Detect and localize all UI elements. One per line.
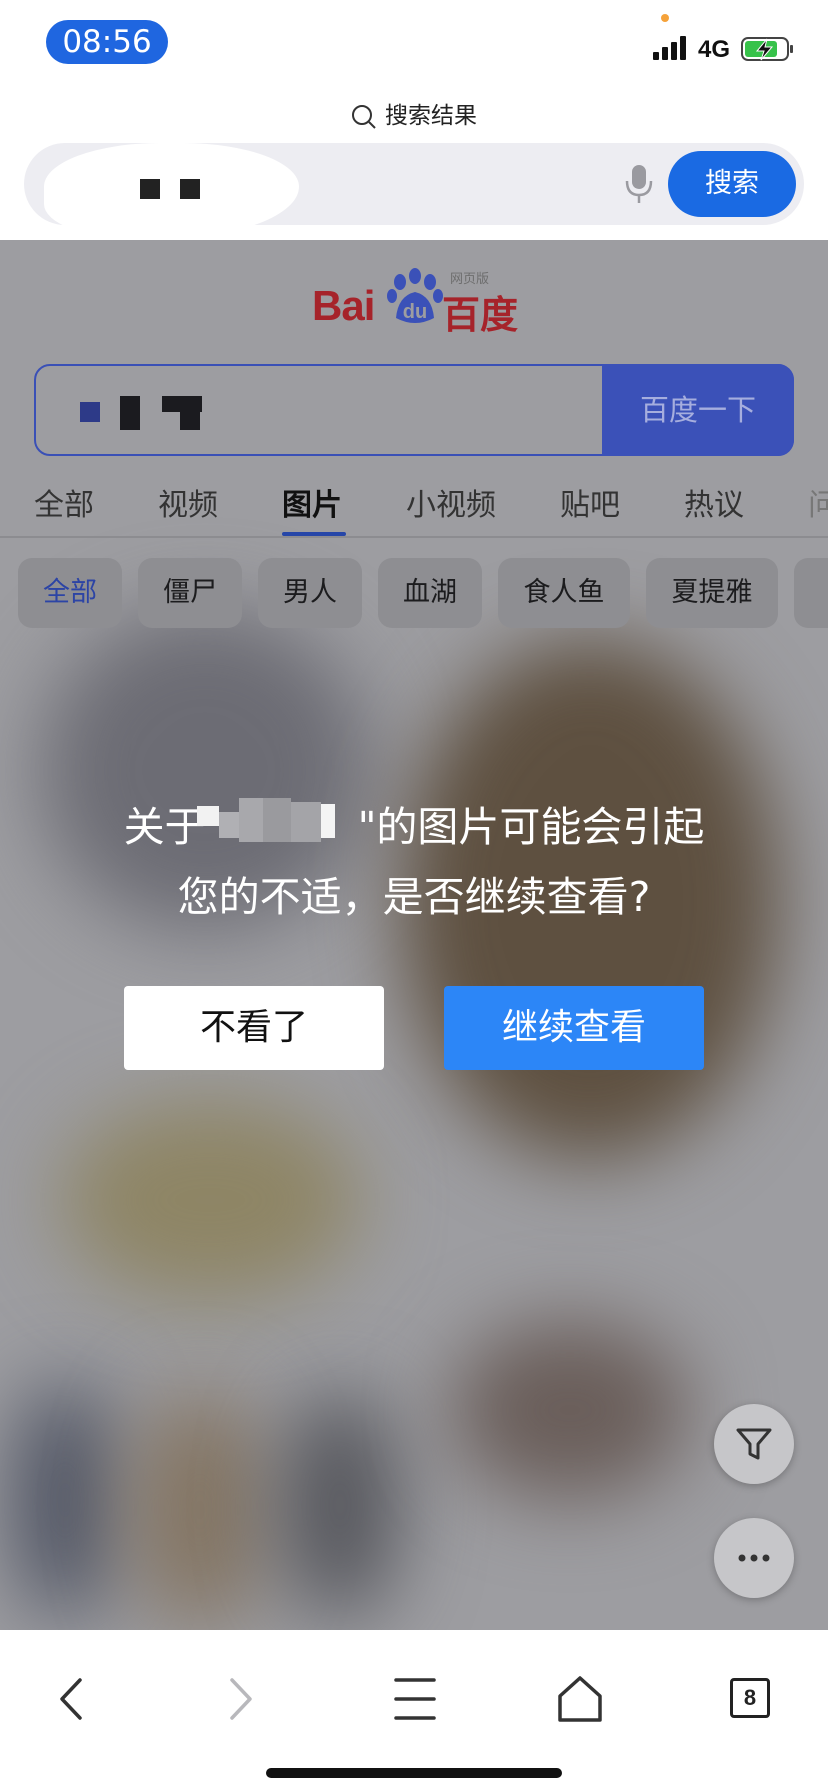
- filter-button[interactable]: [714, 1404, 794, 1484]
- warning-line-1: 关于 "的图片可能会引起: [0, 792, 828, 862]
- filter-chips: 全部 僵尸 男人 血湖 食人鱼 夏提雅: [0, 558, 828, 628]
- redaction-pixel: [140, 179, 160, 199]
- chip-more[interactable]: [794, 558, 828, 628]
- menu-button[interactable]: [380, 1664, 450, 1734]
- battery-charging-icon: [741, 37, 793, 61]
- active-tab-indicator: [282, 532, 346, 536]
- chip-all[interactable]: 全部: [18, 558, 122, 628]
- warning-suffix: "的图片可能会引起: [357, 803, 705, 851]
- logo-chinese: 百度: [442, 293, 519, 337]
- redaction-pixel: [120, 396, 140, 430]
- category-tabs: 全部 视频 图片 小视频 贴吧 热议 问: [0, 474, 828, 538]
- status-time: 08:56: [46, 20, 168, 64]
- warning-line-2: 您的不适，是否继续查看?: [177, 873, 651, 921]
- home-button[interactable]: [545, 1664, 615, 1734]
- search-icon: [352, 104, 376, 129]
- tab-all[interactable]: 全部: [34, 480, 94, 524]
- tabs-button[interactable]: 8: [716, 1664, 786, 1734]
- redaction-pixel: [180, 179, 200, 199]
- chip-zombie[interactable]: 僵尸: [138, 558, 242, 628]
- blurred-image: [10, 1380, 120, 1620]
- chip-shalltear[interactable]: 夏提雅: [646, 558, 778, 628]
- logo-version-label: 网页版: [450, 272, 490, 287]
- censored-search-term: [197, 792, 347, 844]
- privacy-indicator-dot: [661, 14, 669, 22]
- warning-prefix: 关于: [123, 803, 206, 851]
- tab-more[interactable]: 问: [808, 480, 828, 524]
- search-results-label: 搜索结果: [385, 103, 477, 129]
- logo-latin: Bai: [312, 282, 375, 329]
- search-results-caption: 搜索结果: [0, 96, 828, 130]
- blurred-image: [450, 1320, 690, 1500]
- microphone-icon[interactable]: [622, 163, 656, 205]
- baidu-logo: Bai du 百度 网页版: [312, 268, 522, 337]
- paw-logo-icon: du: [387, 268, 443, 323]
- more-icon: [738, 1554, 770, 1562]
- decline-button[interactable]: 不看了: [124, 986, 384, 1070]
- logo-paw-text: du: [403, 301, 427, 323]
- browser-toolbar: 8: [0, 1630, 828, 1792]
- sensitive-content-warning: 关于 "的图片可能会引起 您的不适，是否继续查看?: [0, 792, 828, 932]
- tab-hot-discussion[interactable]: 热议: [684, 480, 744, 524]
- search-button[interactable]: 搜索: [668, 151, 796, 217]
- chip-man[interactable]: 男人: [258, 558, 362, 628]
- filter-icon: [736, 1428, 772, 1460]
- cellular-signal-icon: [653, 36, 689, 60]
- more-options-button[interactable]: [714, 1518, 794, 1598]
- forward-icon: [230, 1678, 252, 1720]
- back-icon: [60, 1678, 82, 1720]
- chip-piranha[interactable]: 食人鱼: [498, 558, 630, 628]
- redaction-scribble: [44, 143, 299, 239]
- tab-tieba[interactable]: 贴吧: [560, 480, 620, 524]
- menu-icon: [394, 1678, 436, 1720]
- blurred-image: [60, 1100, 360, 1300]
- redaction-pixel: [180, 412, 200, 430]
- webpage-content: Bai du 百度 网页版 百度一下 全部 视频 图片 小视频 贴吧 热议 问: [0, 240, 828, 1630]
- baidu-search-button[interactable]: 百度一下: [602, 364, 794, 456]
- home-indicator: [266, 1768, 562, 1778]
- tab-video[interactable]: 视频: [158, 480, 218, 524]
- chip-blood-lake[interactable]: 血湖: [378, 558, 482, 628]
- continue-viewing-button[interactable]: 继续查看: [444, 986, 704, 1070]
- tab-short-video[interactable]: 小视频: [406, 480, 496, 524]
- forward-button[interactable]: [204, 1664, 274, 1734]
- status-bar: 08:56 4G: [0, 0, 828, 88]
- redaction-pixel: [162, 396, 202, 412]
- tab-images[interactable]: 图片: [282, 480, 342, 524]
- blurred-image: [280, 1390, 400, 1620]
- home-icon: [558, 1676, 602, 1722]
- redaction-pixel: [80, 402, 100, 422]
- network-type: 4G: [698, 36, 731, 63]
- tabs-icon: 8: [730, 1678, 770, 1718]
- back-button[interactable]: [36, 1664, 106, 1734]
- blurred-image: [130, 1390, 270, 1630]
